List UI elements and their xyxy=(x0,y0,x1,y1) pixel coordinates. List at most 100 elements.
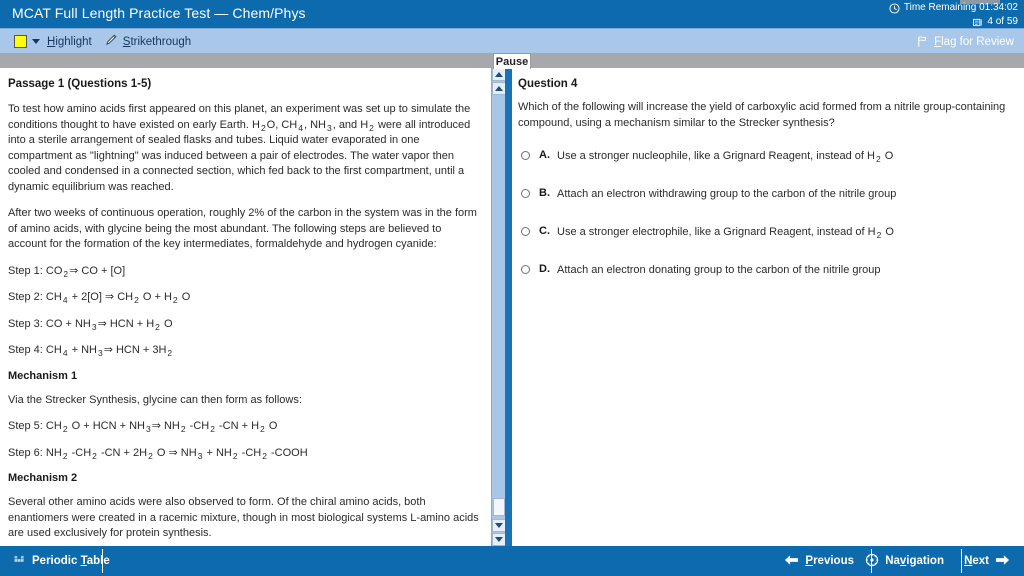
scroll-up-button-2[interactable] xyxy=(492,82,506,95)
previous-post: revious xyxy=(813,555,854,567)
step2-sub-2: 2 xyxy=(134,295,139,305)
scroll-down-button-1[interactable] xyxy=(492,519,506,532)
step6-mid-5: -CH xyxy=(238,446,262,459)
passage-paragraph-1: To test how amino acids first appeared o… xyxy=(8,102,480,195)
step5-mid-2: ⇒ NH xyxy=(151,420,180,432)
mechanism-2-heading: Mechanism 2 xyxy=(8,472,78,484)
periodic-table-label: Periodic Table xyxy=(32,555,110,567)
app-header: MCAT Full Length Practice Test — Chem/Ph… xyxy=(0,0,1024,28)
step1-pre: Step 1: CO xyxy=(8,264,63,277)
pencil-icon[interactable] xyxy=(105,33,118,51)
periodic-table-button[interactable]: Periodic Table xyxy=(0,546,124,576)
passage-title: Passage 1 (Questions 1-5) xyxy=(8,78,152,90)
option-text-b: Attach an electron withdrawing group to … xyxy=(557,188,897,200)
step3-post: O xyxy=(160,317,173,330)
answer-option-d[interactable]: D. Attach an electron donating group to … xyxy=(518,263,1012,278)
step4-pre: Step 4: CH xyxy=(8,344,62,356)
passage-paragraph-2: After two weeks of continuous operation,… xyxy=(8,207,477,250)
step6-mid-3: O ⇒ NH xyxy=(153,446,197,459)
step5-sub-2: 3 xyxy=(145,424,151,434)
option-a-sub: 2 xyxy=(875,154,881,164)
highlight-label-rest: ighlight xyxy=(55,35,92,48)
p1-sub-1: 2 xyxy=(260,122,266,133)
step4-mid-1: + NH xyxy=(68,344,97,356)
step4-mid-2: ⇒ HCN + 3H xyxy=(103,344,167,356)
radio-button-a[interactable] xyxy=(521,151,530,160)
answer-option-c[interactable]: C. Use a stronger electrophile, like a G… xyxy=(518,225,1012,240)
chevron-down-icon[interactable] xyxy=(32,39,40,44)
previous-accel: P xyxy=(805,555,814,567)
color-swatch[interactable] xyxy=(14,35,27,48)
footer-separator-1 xyxy=(102,549,103,573)
step6-post: -COOH xyxy=(267,446,308,459)
option-c-pre: Use a stronger electrophile, like a Grig… xyxy=(557,226,876,238)
step6-sub-2: 2 xyxy=(92,450,97,461)
option-c-sub: 2 xyxy=(876,230,882,240)
option-text-a: Use a stronger nucleophile, like a Grign… xyxy=(557,149,893,164)
time-remaining-label: Time Remaining 01:34:02 xyxy=(903,2,1018,13)
step5-post: O xyxy=(265,420,278,432)
step3-sub-1: 3 xyxy=(91,321,97,332)
pages-icon xyxy=(973,18,984,27)
question-count-row: 4 of 59 xyxy=(889,16,1018,28)
scroll-down-button-2[interactable] xyxy=(492,533,506,546)
strikethrough-button[interactable]: Strikethrough xyxy=(123,36,191,48)
step6-sub-1: 2 xyxy=(62,450,68,461)
option-letter-d: D. xyxy=(539,263,550,275)
step2-mid-2: O + H xyxy=(139,291,172,303)
next-post: ext xyxy=(972,555,989,567)
reaction-step-2: Step 2: CH4 + 2[O] ⇒ CH2 O + H2 O xyxy=(8,290,480,306)
step4-sub-2: 3 xyxy=(97,348,103,358)
question-title: Question 4 xyxy=(518,78,578,90)
toolbar-right-group: Flag for Review xyxy=(916,29,1014,54)
radio-button-c[interactable] xyxy=(521,227,530,236)
step5-pre: Step 5: CH xyxy=(8,420,62,432)
radio-button-b[interactable] xyxy=(521,189,530,198)
passage-paragraph-3: Several other amino acids were also obse… xyxy=(8,496,479,539)
bottom-navigation-bar: Periodic Table Previous Navigation Next xyxy=(0,546,1024,576)
reaction-step-4: Step 4: CH4 + NH3⇒ HCN + 3H2 xyxy=(8,343,480,359)
option-letter-c: C. xyxy=(539,225,550,237)
periodic-table-icon xyxy=(14,555,26,568)
navigation-button[interactable]: Navigation xyxy=(851,546,958,576)
periodic-post: able xyxy=(86,555,110,567)
step2-mid-1: + 2[O] ⇒ CH xyxy=(68,291,134,303)
passage-pane: Passage 1 (Questions 1-5) To test how am… xyxy=(0,68,490,546)
reaction-step-5: Step 5: CH2 O + HCN + NH3⇒ NH2 -CH2 -CN … xyxy=(8,419,480,435)
step6-mid-2: -CN + 2H xyxy=(97,446,148,459)
step2-sub-1: 4 xyxy=(62,295,68,305)
flag-icon[interactable] xyxy=(916,35,929,48)
scroll-up-button-1[interactable] xyxy=(492,68,506,81)
option-text-d: Attach an electron donating group to the… xyxy=(557,264,881,276)
pane-splitter[interactable] xyxy=(505,68,512,546)
question-stem: Which of the following will increase the… xyxy=(518,101,1006,129)
p1-sub-2: 4 xyxy=(298,122,303,133)
chevron-up-icon xyxy=(495,86,503,91)
passage-scrollbar[interactable] xyxy=(491,68,506,546)
reaction-step-1: Step 1: CO2⇒ CO + [O] xyxy=(8,264,480,280)
step2-post: O xyxy=(178,291,191,303)
option-a-pre: Use a stronger nucleophile, like a Grign… xyxy=(557,150,875,162)
radio-button-d[interactable] xyxy=(521,265,530,274)
reaction-step-6: Step 6: NH2 -CH2 -CN + 2H2 O ⇒ NH3 + NH2… xyxy=(8,446,480,462)
step5-sub-5: 2 xyxy=(260,424,265,434)
flag-for-review-button[interactable]: Flag for Review xyxy=(934,36,1014,48)
flag-label-rest: lag for Review xyxy=(941,35,1014,48)
reaction-step-3: Step 3: CO + NH3⇒ HCN + H2 O xyxy=(8,317,480,333)
step6-pre: Step 6: NH xyxy=(8,446,62,459)
answer-option-b[interactable]: B. Attach an electron withdrawing group … xyxy=(518,187,1012,202)
step5-sub-4: 2 xyxy=(210,424,215,434)
compass-icon xyxy=(865,553,879,570)
option-text-c: Use a stronger electrophile, like a Grig… xyxy=(557,225,894,240)
step6-sub-4: 3 xyxy=(197,450,203,461)
scrollbar-thumb[interactable] xyxy=(493,498,505,516)
clock-icon xyxy=(889,2,900,14)
answer-option-a[interactable]: A. Use a stronger nucleophile, like a Gr… xyxy=(518,149,1012,164)
pause-button[interactable]: Pause xyxy=(493,53,531,69)
next-button[interactable]: Next xyxy=(950,546,1024,576)
option-letter-a: A. xyxy=(539,149,550,161)
step4-sub-1: 4 xyxy=(62,348,68,358)
step3-pre: Step 3: CO + NH xyxy=(8,317,91,330)
highlight-button[interactable]: Highlight xyxy=(47,36,92,48)
exam-window: MCAT Full Length Practice Test — Chem/Ph… xyxy=(0,0,1024,576)
